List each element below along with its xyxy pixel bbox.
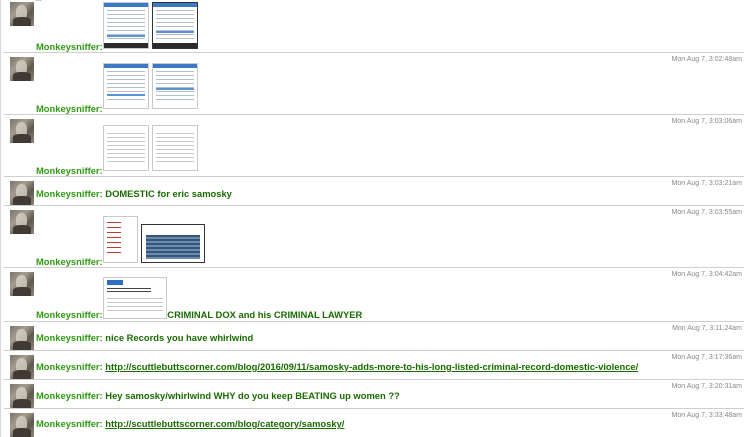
chat-log[interactable]: ... Monkeysniffer: Mon Aug 7, 3:02:48am …	[0, 0, 744, 437]
avatar[interactable]	[10, 355, 34, 379]
message-line: Monkeysniffer: nice Records you have whi…	[36, 332, 253, 343]
chat-message: Mon Aug 7, 3:03:06am Monkeysniffer:	[4, 115, 744, 177]
message-author[interactable]: Monkeysniffer:	[36, 188, 103, 199]
avatar[interactable]	[10, 119, 34, 143]
chat-message: Mon Aug 7, 3:33:48am Monkeysniffer: http…	[4, 409, 744, 437]
message-timestamp: Mon Aug 7, 3:20:31am	[671, 383, 742, 390]
message-link[interactable]: http://scuttlebuttscorner.com/blog/categ…	[105, 418, 344, 429]
chat-message: Mon Aug 7, 3:03:21am Monkeysniffer: DOME…	[4, 177, 744, 206]
message-timestamp: Mon Aug 7, 3:02:48am	[671, 56, 742, 63]
message-timestamp: Mon Aug 7, 3:03:55am	[671, 209, 742, 216]
message-link[interactable]: http://scuttlebuttscorner.com/blog/2016/…	[105, 361, 638, 372]
chat-message: Mon Aug 7, 3:04:42am Monkeysniffer: CRIM…	[4, 268, 744, 322]
message-line: Monkeysniffer: DOMESTIC for eric samosky	[36, 188, 232, 199]
message-line: Monkeysniffer:	[36, 256, 103, 267]
screenshot-thumbnail[interactable]	[103, 216, 138, 263]
avatar[interactable]	[10, 57, 34, 81]
message-line: Monkeysniffer:	[36, 41, 103, 52]
message-text: nice Records you have whirlwind	[105, 332, 254, 343]
avatar[interactable]	[10, 384, 34, 408]
message-text: CRIMINAL DOX and his CRIMINAL LAWYER	[167, 309, 363, 320]
message-line: Monkeysniffer:	[36, 165, 103, 176]
chat-message: Mon Aug 7, 3:11:24am Monkeysniffer: nice…	[4, 322, 744, 351]
cutoff-text: ...	[36, 0, 42, 3]
message-author[interactable]: Monkeysniffer:	[36, 256, 103, 267]
avatar[interactable]	[10, 181, 34, 205]
message-timestamp: Mon Aug 7, 3:04:42am	[671, 271, 742, 278]
message-line: Monkeysniffer: http://scuttlebuttscorner…	[36, 361, 638, 372]
message-author[interactable]: Monkeysniffer:	[36, 390, 103, 401]
avatar[interactable]	[10, 272, 34, 296]
screenshot-thumbnail[interactable]	[103, 125, 149, 171]
chat-message: Mon Aug 7, 3:02:48am Monkeysniffer:	[4, 53, 744, 115]
message-author[interactable]: Monkeysniffer:	[36, 418, 103, 429]
screenshot-thumbnail[interactable]	[152, 125, 198, 171]
avatar[interactable]	[10, 210, 34, 234]
message-line: Monkeysniffer: CRIMINAL DOX and his CRIM…	[36, 309, 362, 320]
avatar[interactable]	[10, 2, 34, 26]
chat-message: Mon Aug 7, 3:17:36am Monkeysniffer: http…	[4, 351, 744, 380]
message-author[interactable]: Monkeysniffer:	[36, 332, 103, 343]
chat-message: Mon Aug 7, 3:03:55am Monkeysniffer:	[4, 206, 744, 268]
chat-message: ... Monkeysniffer:	[4, 0, 744, 53]
message-text: Hey samosky/whirlwind WHY do you keep BE…	[105, 390, 400, 401]
message-author[interactable]: Monkeysniffer:	[36, 103, 103, 114]
message-line: Monkeysniffer:	[36, 103, 103, 114]
message-timestamp: Mon Aug 7, 3:11:24am	[672, 325, 742, 332]
message-author[interactable]: Monkeysniffer:	[36, 41, 103, 52]
message-timestamp: Mon Aug 7, 3:33:48am	[671, 412, 742, 419]
screenshot-thumbnail[interactable]	[152, 2, 198, 49]
avatar[interactable]	[10, 326, 34, 350]
message-timestamp: Mon Aug 7, 3:03:21am	[671, 180, 742, 187]
screenshot-thumbnail[interactable]	[152, 63, 198, 109]
message-author[interactable]: Monkeysniffer:	[36, 361, 103, 372]
message-author[interactable]: Monkeysniffer:	[36, 165, 103, 176]
chat-message: Mon Aug 7, 3:20:31am Monkeysniffer: Hey …	[4, 380, 744, 409]
screenshot-thumbnail[interactable]	[103, 63, 149, 109]
message-text: DOMESTIC for eric samosky	[105, 188, 232, 199]
message-author[interactable]: Monkeysniffer:	[36, 309, 103, 320]
message-timestamp: Mon Aug 7, 3:03:06am	[671, 118, 742, 125]
message-line: Monkeysniffer: Hey samosky/whirlwind WHY…	[36, 390, 400, 401]
screenshot-thumbnail[interactable]	[141, 224, 205, 263]
message-line: Monkeysniffer: http://scuttlebuttscorner…	[36, 418, 344, 429]
avatar[interactable]	[10, 413, 34, 437]
message-timestamp: Mon Aug 7, 3:17:36am	[671, 354, 742, 361]
screenshot-thumbnail[interactable]	[103, 2, 149, 49]
